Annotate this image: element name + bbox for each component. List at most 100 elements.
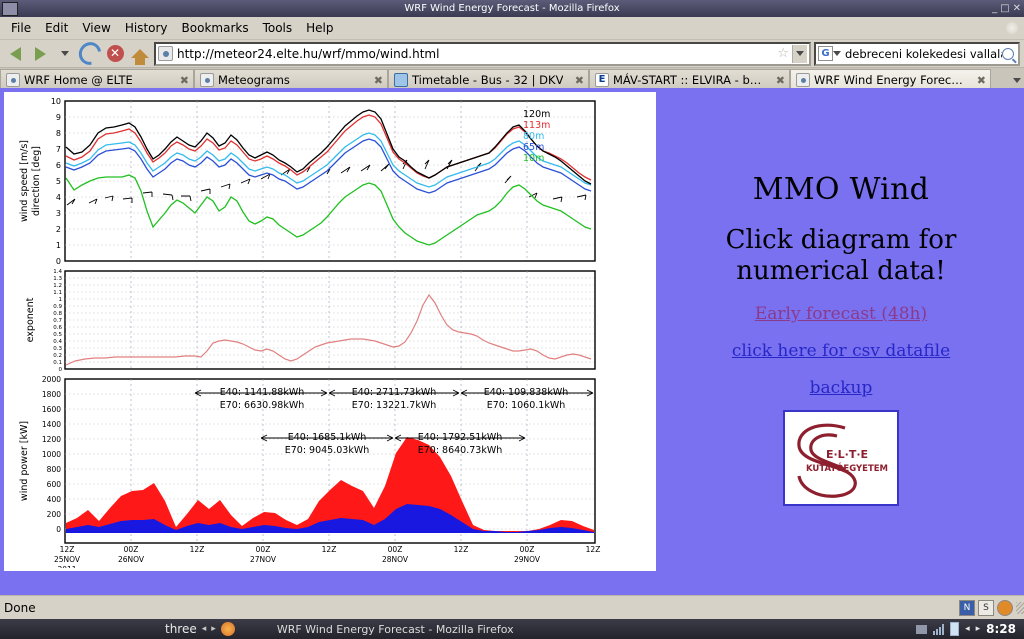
tab-wrf-wind-energy-forecast[interactable]: WRF Wind Energy Forecast ✖ <box>790 69 991 90</box>
tab-label: Timetable - Bus - 32 | DKV <box>412 73 564 87</box>
status-bar: Done N S <box>0 595 1024 620</box>
link-early-forecast[interactable]: Early forecast (48h) <box>658 304 1024 324</box>
svg-text:8: 8 <box>56 129 61 138</box>
svg-text:5: 5 <box>56 177 61 186</box>
close-icon: ✕ <box>106 45 124 62</box>
menu-file[interactable]: File <box>4 19 38 37</box>
svg-text:1.2: 1.2 <box>53 283 62 289</box>
firefox-taskbar-icon[interactable] <box>220 622 235 636</box>
address-bar[interactable]: http://meteor24.elte.hu/wrf/mmo/wind.htm… <box>154 41 811 66</box>
sidebar-panel: MMO Wind Click diagram for numerical dat… <box>658 88 1024 595</box>
svg-text:2011: 2011 <box>57 565 76 568</box>
tray-display-icon[interactable] <box>916 624 928 634</box>
instruction-line-2: numerical data! <box>736 256 946 286</box>
svg-text:0.4: 0.4 <box>53 339 62 345</box>
svg-text:00Z: 00Z <box>256 545 271 554</box>
workspace-next-icon[interactable]: ▸ <box>211 624 216 634</box>
back-button[interactable] <box>4 43 26 65</box>
link-csv-datafile[interactable]: click here for csv datafile <box>658 341 1024 361</box>
stop-button[interactable]: ✕ <box>104 43 126 65</box>
bookmark-star-icon[interactable]: ☆ <box>777 46 789 61</box>
forecast-diagram[interactable]: 10 9 8 765 432 10 wind speed [m/s] directi… <box>4 92 656 571</box>
bus-icon <box>394 73 408 87</box>
wind-power-panel: 200018001600 140012001000 800600400 2000… <box>19 375 600 568</box>
search-bar[interactable]: G debreceni kolekedesi vallalat <box>814 41 1020 66</box>
google-icon[interactable]: G <box>818 46 833 61</box>
search-engine-chevron-icon[interactable] <box>833 51 841 56</box>
svg-text:200: 200 <box>47 510 62 519</box>
tray-prev-icon[interactable]: ◂ <box>965 624 970 634</box>
forward-button[interactable] <box>29 43 51 65</box>
maximize-button[interactable]: □ <box>1000 3 1009 14</box>
tab-close-icon[interactable]: ✖ <box>971 74 986 87</box>
tab-timetable-bus[interactable]: Timetable - Bus - 32 | DKV ✖ <box>388 69 589 90</box>
svg-text:600: 600 <box>47 480 62 489</box>
workspace-prev-icon[interactable]: ◂ <box>202 624 207 634</box>
svg-text:1.1: 1.1 <box>53 290 62 296</box>
firefox-icon[interactable] <box>997 600 1013 616</box>
network-signal-icon[interactable] <box>933 623 945 635</box>
menu-help[interactable]: Help <box>299 19 340 37</box>
tab-close-icon[interactable]: ✖ <box>569 74 584 87</box>
legend-10m: 10m <box>523 153 544 164</box>
taskbar-window-button[interactable]: WRF Wind Energy Forecast - Mozilla Firef… <box>277 623 514 636</box>
svg-text:0: 0 <box>59 367 63 373</box>
search-input[interactable]: debreceni kolekedesi vallalat <box>845 47 1002 61</box>
close-button[interactable]: ✕ <box>1013 3 1021 14</box>
forward-arrow-icon <box>34 46 46 61</box>
annotation-3-e40: E40: 109.838kWh <box>484 387 569 398</box>
menu-history[interactable]: History <box>118 19 175 37</box>
home-button[interactable] <box>129 43 151 65</box>
noscript-icon[interactable]: N <box>959 600 975 616</box>
svg-text:1.4: 1.4 <box>53 269 62 275</box>
svg-text:0.6: 0.6 <box>53 325 62 331</box>
tab-close-icon[interactable]: ✖ <box>368 74 383 87</box>
legend-113m: 113m <box>523 120 550 131</box>
elte-logo: E·L·T·E KUTATÓEGYETEM <box>783 410 899 506</box>
menu-bookmarks[interactable]: Bookmarks <box>175 19 256 37</box>
direction-axis-label: direction [deg] <box>31 146 42 216</box>
menu-bar: File Edit View History Bookmarks Tools H… <box>0 17 1024 40</box>
annotation-2-e70: E70: 13221.7kWh <box>352 400 437 411</box>
svg-text:800: 800 <box>47 465 62 474</box>
svg-text:1000: 1000 <box>42 450 61 459</box>
search-icon[interactable] <box>1002 47 1014 60</box>
svg-text:3: 3 <box>56 209 61 218</box>
svg-text:0.2: 0.2 <box>53 353 62 359</box>
menu-view[interactable]: View <box>75 19 117 37</box>
chevron-down-icon <box>1012 77 1021 83</box>
tab-list-button[interactable] <box>1009 70 1024 90</box>
s-icon[interactable]: S <box>978 600 994 616</box>
tab-label: Meteograms <box>218 73 290 87</box>
battery-icon[interactable] <box>950 622 960 636</box>
tray-next-icon[interactable]: ▸ <box>976 624 981 634</box>
title-bar: WRF Wind Energy Forecast - Mozilla Firef… <box>0 0 1024 17</box>
annotation-4-e70: E70: 9045.03kWh <box>285 445 370 456</box>
forecast-chart-svg[interactable]: 1098 765 432 10 wind speed [m/s] directi… <box>5 93 653 568</box>
reload-button[interactable] <box>74 37 106 70</box>
menu-edit[interactable]: Edit <box>38 19 75 37</box>
history-dropdown-button[interactable] <box>54 43 76 65</box>
menu-tools[interactable]: Tools <box>256 19 300 37</box>
annotation-3-e70: E70: 1060.1kWh <box>487 400 565 411</box>
tab-meteograms[interactable]: Meteograms ✖ <box>194 69 388 90</box>
legend-65m: 65m <box>523 142 544 153</box>
workspace-label[interactable]: three <box>165 622 197 636</box>
link-backup[interactable]: backup <box>658 378 1024 398</box>
svg-text:2: 2 <box>56 225 61 234</box>
url-dropdown-button[interactable] <box>792 44 807 63</box>
exponent-axis-label: exponent <box>25 297 36 342</box>
tab-wrf-home[interactable]: WRF Home @ ELTE ✖ <box>0 69 194 90</box>
svg-text:29NOV: 29NOV <box>514 555 541 564</box>
tab-close-icon[interactable]: ✖ <box>174 74 189 87</box>
tab-mav-start[interactable]: E MÁV-START :: ELVIRA - bel... ✖ <box>589 69 790 90</box>
resize-grip[interactable] <box>1016 602 1024 614</box>
annotation-1-e40: E40: 1141.88kWh <box>220 387 305 398</box>
taskbar: three ◂ ▸ WRF Wind Energy Forecast - Moz… <box>0 619 1024 639</box>
svg-text:00Z: 00Z <box>388 545 403 554</box>
tab-close-icon[interactable]: ✖ <box>770 74 785 87</box>
svg-text:28NOV: 28NOV <box>382 555 409 564</box>
svg-text:12Z: 12Z <box>60 545 75 554</box>
wind-power-axis-label: wind power [kW] <box>19 421 30 501</box>
minimize-button[interactable]: _ <box>992 3 997 14</box>
